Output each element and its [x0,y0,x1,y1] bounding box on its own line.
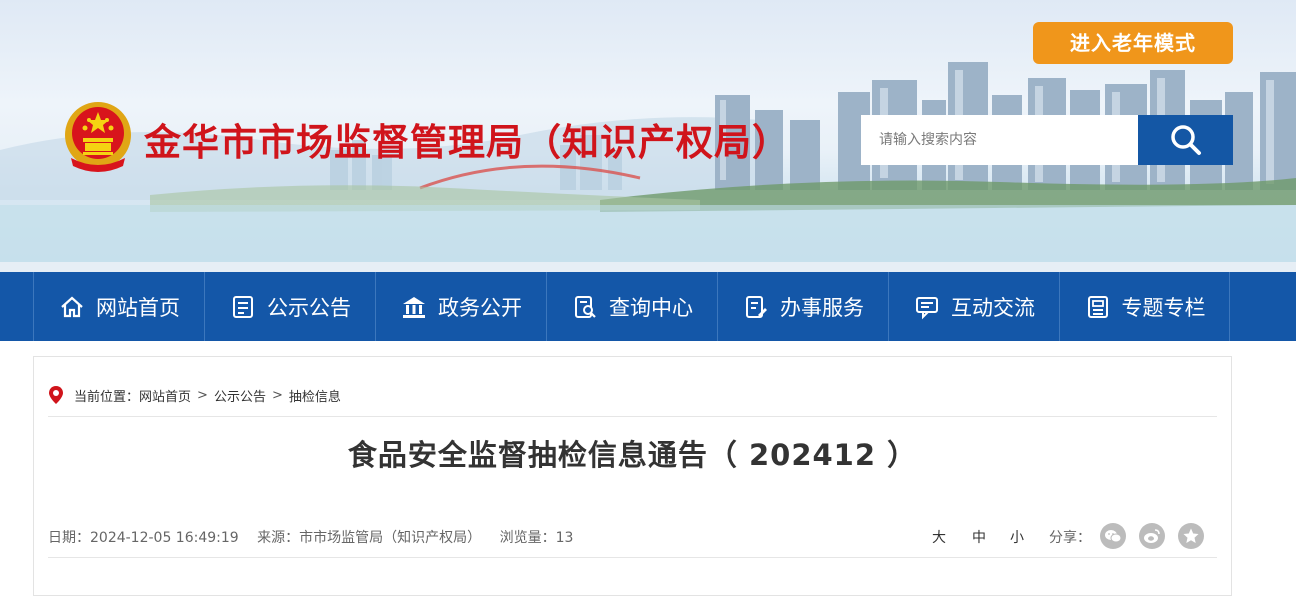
article-views: 浏览量：13 [499,530,574,546]
breadcrumb-prefix: 当前位置： [74,389,140,405]
search-input[interactable] [861,115,1138,165]
favorite-icon[interactable] [1178,523,1204,549]
notice-icon [229,293,257,321]
location-pin-icon [49,386,63,404]
service-icon [742,293,770,321]
breadcrumb-separator: > [197,387,208,403]
share-label: 分享： [1049,530,1091,546]
query-icon [571,293,599,321]
breadcrumb-separator: > [271,387,283,403]
nav-item-government[interactable]: 政务公开 [375,272,546,341]
nav-item-interaction[interactable]: 互动交流 [888,272,1059,341]
site-title: 金华市市场监督管理局（知识产权局） [144,121,790,164]
article-meta: 日期：2024-12-05 16:49:19 来源：市市场监管局（知识产权局） … [48,527,587,547]
font-size-medium-button[interactable]: 中 [972,527,986,547]
nav-item-query[interactable]: 查询中心 [546,272,717,341]
main-nav: 网站首页 公示公告 政务公开 查询中心 办事服务 互动交流 专题专栏 [0,272,1296,341]
breadcrumb-notice[interactable]: 公示公告 [214,386,266,405]
nav-item-label: 互动交流 [951,295,1035,320]
article-date: 日期：2024-12-05 16:49:19 [48,530,239,546]
nav-item-topics[interactable]: 专题专栏 [1059,272,1230,341]
elder-mode-button[interactable]: 进入老年模式 [1033,22,1233,64]
topic-icon [1084,293,1112,321]
nav-item-label: 政务公开 [438,295,522,320]
breadcrumb: 当前位置： 网站首页 > 公示公告 > 抽检信息 [48,384,341,406]
nav-item-notice[interactable]: 公示公告 [204,272,375,341]
government-icon [400,293,428,321]
wechat-icon[interactable] [1100,523,1126,549]
search-icon [1170,125,1201,155]
header-banner: 金华市市场监督管理局（知识产权局） 进入老年模式 [0,0,1296,272]
nav-item-label: 查询中心 [609,295,693,320]
chat-icon [913,293,941,321]
nav-item-label: 公示公告 [267,295,351,320]
nav-item-label: 网站首页 [96,295,180,320]
font-size-large-button[interactable]: 大 [932,527,946,547]
article-title: 食品安全监督抽检信息通告（ 202412 ） [347,438,918,472]
weibo-icon[interactable] [1139,523,1165,549]
national-emblem-icon [65,102,131,172]
nav-item-home[interactable]: 网站首页 [33,272,204,341]
nav-item-service[interactable]: 办事服务 [717,272,888,341]
font-size-small-button[interactable]: 小 [1010,527,1024,547]
divider [48,416,1217,417]
article-source: 来源：市市场监管局（知识产权局） [257,530,482,546]
home-icon [58,293,86,321]
breadcrumb-home[interactable]: 网站首页 [139,386,191,405]
search-button[interactable] [1138,115,1233,165]
breadcrumb-inspection[interactable]: 抽检信息 [289,386,341,405]
nav-item-label: 办事服务 [780,295,864,320]
nav-item-label: 专题专栏 [1121,295,1206,320]
divider [48,557,1217,558]
